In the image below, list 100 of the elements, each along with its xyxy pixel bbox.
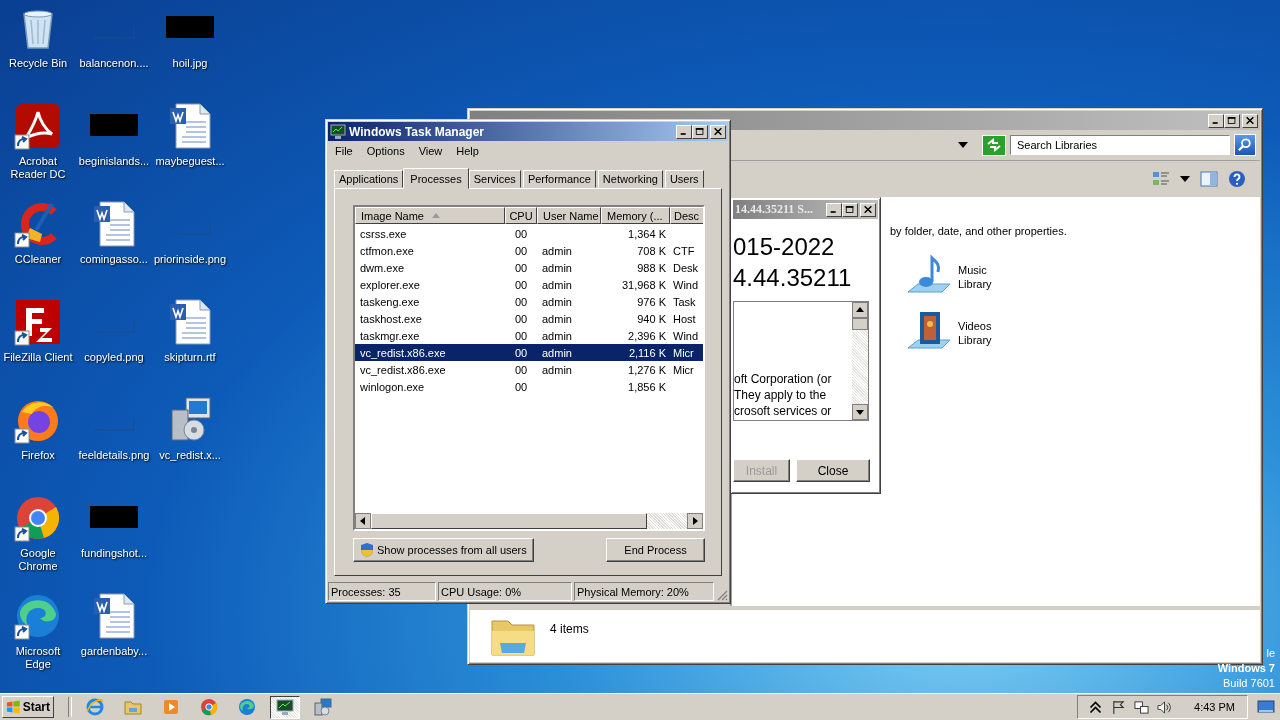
- icon-label: feeldetails.png: [78, 449, 150, 462]
- tab[interactable]: Services: [468, 170, 521, 188]
- show-all-processes-button[interactable]: Show processes from all users: [353, 538, 534, 562]
- icon-label: priorinside.png: [153, 253, 227, 266]
- process-row[interactable]: winlogon.exe 00 1,856 K: [355, 378, 703, 395]
- table-cell: admin: [542, 329, 572, 342]
- library-label[interactable]: Videos Library: [958, 319, 1008, 347]
- search-button[interactable]: [1234, 134, 1256, 156]
- table-cell: Micr: [673, 346, 694, 359]
- table-cell: 00: [514, 227, 528, 240]
- table-cell: admin: [542, 261, 572, 274]
- refresh-button[interactable]: [982, 134, 1006, 156]
- table-cell: Wind: [673, 329, 699, 342]
- process-row[interactable]: taskhost.exe 00 admin 940 K Host: [355, 310, 703, 327]
- table-cell: ctfmon.exe: [360, 244, 414, 257]
- column-header[interactable]: Memory (...: [601, 207, 670, 224]
- window-title: 14.44.35211 S...: [735, 202, 813, 217]
- library-label[interactable]: Music Library: [958, 263, 1008, 291]
- show-hidden-icons-icon[interactable]: [1088, 699, 1104, 715]
- table-cell: admin: [542, 312, 572, 325]
- icon-label: gardenbaby...: [80, 645, 148, 658]
- app-icon[interactable]: [14, 102, 62, 150]
- volume-icon[interactable]: [1157, 699, 1173, 715]
- tab[interactable]: Users: [664, 170, 704, 188]
- caret-icon[interactable]: [1180, 176, 1190, 182]
- table-cell: admin: [542, 363, 572, 376]
- caret-icon[interactable]: [958, 142, 968, 148]
- menu-item[interactable]: Help: [449, 144, 486, 157]
- icon-label: Microsoft Edge: [14, 645, 62, 671]
- app-icon[interactable]: [14, 592, 62, 640]
- minimize-button[interactable]: [676, 124, 692, 139]
- close-button[interactable]: [710, 124, 726, 139]
- refresh-icon: [986, 138, 1002, 152]
- clock[interactable]: 4:43 PM: [1194, 701, 1235, 713]
- resize-grip-icon[interactable]: [716, 589, 728, 601]
- icon-label: hoil.jpg: [172, 57, 208, 70]
- tab[interactable]: Performance: [522, 170, 596, 188]
- icon-label: skipturn.rtf: [164, 351, 216, 364]
- process-row[interactable]: csrss.exe 00 1,364 K: [355, 225, 703, 242]
- column-header[interactable]: User Name: [537, 207, 601, 224]
- network-icon[interactable]: [1134, 699, 1150, 715]
- table-cell: 00: [514, 278, 528, 291]
- maximize-button[interactable]: [692, 124, 708, 139]
- menu-item[interactable]: File: [328, 144, 360, 157]
- app-icon[interactable]: [14, 298, 62, 346]
- menu-item[interactable]: View: [411, 144, 450, 157]
- maximize-icon: [845, 205, 855, 214]
- column-header[interactable]: Image Name: [355, 207, 505, 224]
- table-cell: 708 K: [637, 244, 666, 257]
- process-row[interactable]: vc_redist.x86.exe 00 admin 1,276 K Micr: [355, 361, 703, 378]
- table-cell: 976 K: [637, 295, 666, 308]
- tab[interactable]: Networking: [597, 170, 663, 188]
- table-cell: Micr: [673, 363, 694, 376]
- library-description: by folder, date, and other properties.: [890, 225, 1068, 237]
- scroll-bar[interactable]: [355, 513, 703, 529]
- table-cell: taskmgr.exe: [360, 329, 420, 342]
- tab[interactable]: Processes: [403, 168, 469, 189]
- column-header[interactable]: Desc: [670, 207, 703, 224]
- item-count: 4 items: [550, 622, 589, 636]
- scroll-bar[interactable]: [852, 302, 868, 420]
- status-text: Physical Memory: 20%: [574, 582, 714, 601]
- license-text: oft Corporation (or: [734, 371, 833, 387]
- table-cell: 940 K: [637, 312, 666, 325]
- icon-label: comingasso...: [80, 253, 148, 266]
- process-row[interactable]: taskmgr.exe 00 admin 2,396 K Wind: [355, 327, 703, 344]
- process-row[interactable]: dwm.exe 00 admin 988 K Desk: [355, 259, 703, 276]
- process-row[interactable]: ctfmon.exe 00 admin 708 K CTF: [355, 242, 703, 259]
- icon-label: Acrobat Reader DC: [9, 155, 67, 181]
- start-button[interactable]: Start: [2, 696, 54, 718]
- table-cell: 00: [514, 346, 528, 359]
- table-cell: 1,856 K: [628, 380, 666, 393]
- process-row[interactable]: taskeng.exe 00 admin 976 K Task: [355, 293, 703, 310]
- os-version-text: Build 7601: [1223, 676, 1275, 691]
- table-cell: winlogon.exe: [360, 380, 425, 393]
- table-cell: 1,364 K: [628, 227, 666, 240]
- icon-label: maybeguest...: [155, 155, 225, 168]
- table-cell: vc_redist.x86.exe: [360, 363, 446, 376]
- flag-icon[interactable]: [1111, 699, 1127, 715]
- tab[interactable]: Applications: [334, 170, 404, 188]
- table-cell: csrss.exe: [360, 227, 407, 240]
- table-cell: 00: [514, 380, 528, 393]
- monitor-icon: [330, 123, 346, 140]
- table-cell: 2,396 K: [628, 329, 666, 342]
- table-cell: 00: [514, 261, 528, 274]
- search-field[interactable]: Search Libraries: [1010, 135, 1230, 155]
- process-row[interactable]: vc_redist.x86.exe 00 admin 2,116 K Micr: [355, 344, 703, 361]
- app-icon[interactable]: [14, 494, 62, 542]
- os-version-text: Windows 7: [1217, 661, 1275, 676]
- column-header[interactable]: CPU: [505, 207, 537, 224]
- process-row[interactable]: explorer.exe 00 admin 31,968 K Wind: [355, 276, 703, 293]
- end-process-button[interactable]: End Process: [606, 538, 705, 562]
- menu-item[interactable]: Options: [359, 144, 412, 157]
- close-button[interactable]: Close: [796, 459, 870, 482]
- help-icon[interactable]: [1228, 170, 1246, 188]
- monitor-icon[interactable]: [270, 695, 300, 719]
- icon-label: Google Chrome: [17, 547, 59, 573]
- table-cell: Task: [673, 295, 696, 308]
- table-cell: Desk: [673, 261, 699, 274]
- icon-label: FileZilla Client: [3, 351, 73, 364]
- icon-label: fundingshot...: [80, 547, 148, 560]
